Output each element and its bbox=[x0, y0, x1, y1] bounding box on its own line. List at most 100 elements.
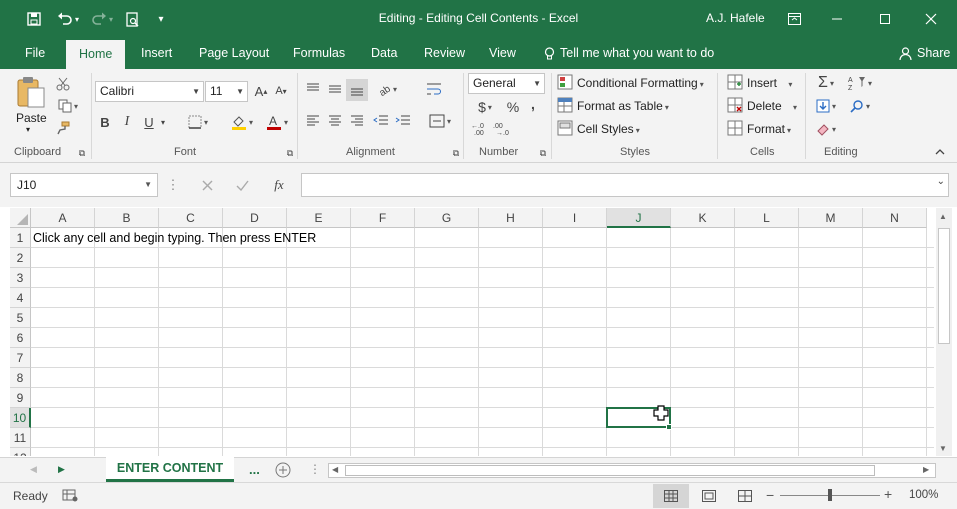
zoom-level[interactable]: 100% bbox=[909, 489, 938, 501]
column-header-e[interactable]: E bbox=[287, 208, 351, 228]
font-color-icon[interactable]: A ▾ bbox=[262, 112, 292, 132]
row-header-2[interactable]: 2 bbox=[10, 248, 31, 268]
top-align-icon[interactable] bbox=[303, 79, 323, 99]
user-name[interactable]: A.J. Hafele bbox=[706, 11, 765, 25]
column-header-j[interactable]: J bbox=[607, 208, 671, 228]
print-preview-icon[interactable] bbox=[122, 7, 144, 31]
decrease-font-icon[interactable]: A ▾ bbox=[273, 82, 289, 100]
tab-formulas[interactable]: Formulas bbox=[287, 38, 351, 69]
autosum-icon[interactable]: Σ ▾ bbox=[811, 74, 841, 92]
currency-button[interactable]: $ ▾ bbox=[472, 97, 498, 117]
format-cells-icon[interactable] bbox=[727, 120, 743, 136]
tab-home[interactable]: Home bbox=[66, 40, 126, 69]
maximize-icon[interactable] bbox=[874, 7, 896, 31]
format-cells-button[interactable]: Format ▾ bbox=[747, 122, 791, 136]
row-header-9[interactable]: 9 bbox=[10, 388, 31, 408]
merge-center-icon[interactable]: ▾ bbox=[424, 111, 456, 131]
sort-filter-icon[interactable]: A Z ▾ bbox=[845, 74, 875, 92]
align-right-icon[interactable] bbox=[347, 111, 367, 131]
worksheet-grid[interactable]: ABCDEFGHIJKLMN 123456789101112 Click any… bbox=[10, 208, 934, 456]
tab-review[interactable]: Review bbox=[418, 38, 471, 69]
undo-icon[interactable]: ▾ bbox=[54, 7, 82, 31]
row-header-5[interactable]: 5 bbox=[10, 308, 31, 328]
row-header-10[interactable]: 10 bbox=[10, 408, 31, 428]
find-select-icon[interactable]: ▾ bbox=[845, 97, 875, 115]
name-box[interactable]: J10 ▼ bbox=[10, 173, 158, 197]
underline-button[interactable]: U bbox=[141, 112, 157, 132]
save-icon[interactable] bbox=[22, 7, 46, 31]
fill-handle[interactable] bbox=[666, 424, 672, 430]
paste-icon[interactable] bbox=[14, 74, 48, 110]
page-break-view-icon[interactable] bbox=[738, 490, 752, 502]
column-header-a[interactable]: A bbox=[31, 208, 95, 228]
collapse-ribbon-icon[interactable] bbox=[934, 147, 946, 157]
format-as-table-button[interactable]: Format as Table ▾ bbox=[577, 99, 669, 113]
zoom-out-icon[interactable]: − bbox=[766, 487, 774, 503]
horizontal-scrollbar[interactable]: ◀ ▶ bbox=[328, 463, 936, 478]
scroll-left-icon[interactable]: ◀ bbox=[332, 465, 338, 474]
insert-cells-icon[interactable] bbox=[727, 74, 743, 90]
increase-decimal-icon[interactable]: ←.0.00 bbox=[470, 119, 490, 139]
increase-indent-icon[interactable] bbox=[393, 111, 413, 131]
clipboard-launcher-icon[interactable]: ⧉ bbox=[77, 148, 87, 158]
orientation-icon[interactable]: ab ▾ bbox=[373, 79, 401, 99]
ribbon-display-options-icon[interactable] bbox=[783, 7, 805, 31]
column-header-h[interactable]: H bbox=[479, 208, 543, 228]
column-header-k[interactable]: K bbox=[671, 208, 735, 228]
column-header-f[interactable]: F bbox=[351, 208, 415, 228]
column-header-b[interactable]: B bbox=[95, 208, 159, 228]
zoom-in-icon[interactable]: + bbox=[884, 486, 892, 502]
delete-cells-icon[interactable] bbox=[727, 97, 743, 113]
macro-record-icon[interactable] bbox=[62, 488, 78, 504]
decrease-decimal-icon[interactable]: .00 →.0 bbox=[492, 119, 512, 139]
enter-check-icon[interactable] bbox=[232, 175, 252, 195]
row-header-3[interactable]: 3 bbox=[10, 268, 31, 288]
cell-styles-button[interactable]: Cell Styles ▾ bbox=[577, 122, 640, 136]
comma-button[interactable]: , bbox=[526, 94, 540, 114]
underline-dropdown-icon[interactable]: ▾ bbox=[158, 112, 168, 132]
cut-icon[interactable] bbox=[54, 75, 72, 93]
cancel-entry-icon[interactable] bbox=[197, 175, 217, 195]
italic-button[interactable]: I bbox=[119, 112, 135, 132]
fill-icon[interactable]: ▾ bbox=[811, 97, 841, 115]
zoom-slider-thumb[interactable] bbox=[828, 489, 832, 501]
font-launcher-icon[interactable]: ⧉ bbox=[285, 148, 295, 158]
column-header-d[interactable]: D bbox=[223, 208, 287, 228]
font-size-combo[interactable]: 11 ▼ bbox=[205, 81, 248, 102]
row-header-8[interactable]: 8 bbox=[10, 368, 31, 388]
customize-qat-icon[interactable]: ▾ bbox=[154, 7, 168, 31]
column-header-c[interactable]: C bbox=[159, 208, 223, 228]
percent-button[interactable]: % bbox=[504, 97, 522, 117]
column-header-n[interactable]: N bbox=[863, 208, 927, 228]
bottom-align-icon[interactable] bbox=[346, 79, 368, 101]
more-sheets[interactable]: ... bbox=[249, 462, 260, 477]
clear-icon[interactable]: ▾ bbox=[811, 120, 841, 138]
align-left-icon[interactable] bbox=[303, 111, 323, 131]
row-header-12[interactable]: 12 bbox=[10, 448, 31, 456]
tab-insert[interactable]: Insert bbox=[135, 38, 178, 69]
middle-align-icon[interactable] bbox=[325, 79, 345, 99]
sheet-tab-enter-content[interactable]: ENTER CONTENT bbox=[106, 457, 234, 482]
vertical-scroll-thumb[interactable] bbox=[938, 228, 950, 344]
scroll-down-icon[interactable]: ▼ bbox=[939, 444, 947, 453]
share-button[interactable]: Share bbox=[893, 38, 956, 69]
font-name-combo[interactable]: Calibri ▼ bbox=[95, 81, 204, 102]
number-launcher-icon[interactable]: ⧉ bbox=[538, 148, 548, 158]
column-header-g[interactable]: G bbox=[415, 208, 479, 228]
scroll-right-icon[interactable]: ▶ bbox=[923, 465, 929, 474]
vertical-scrollbar[interactable]: ▲ ▼ bbox=[936, 208, 952, 456]
conditional-formatting-button[interactable]: Conditional Formatting ▾ bbox=[577, 76, 704, 90]
row-header-7[interactable]: 7 bbox=[10, 348, 31, 368]
tab-view[interactable]: View bbox=[483, 38, 522, 69]
paste-label[interactable]: Paste bbox=[16, 111, 47, 125]
tab-file[interactable]: File bbox=[19, 38, 51, 69]
column-header-i[interactable]: I bbox=[543, 208, 607, 228]
decrease-indent-icon[interactable] bbox=[371, 111, 391, 131]
sheet-next-icon[interactable]: ▶ bbox=[58, 464, 65, 475]
close-icon[interactable] bbox=[920, 7, 942, 31]
new-sheet-icon[interactable] bbox=[274, 461, 292, 479]
redo-icon[interactable]: ▾ bbox=[88, 7, 116, 31]
tab-split-grip-icon[interactable]: ⋮ bbox=[309, 462, 321, 476]
format-painter-icon[interactable] bbox=[54, 119, 72, 137]
wrap-text-icon[interactable] bbox=[424, 79, 444, 99]
